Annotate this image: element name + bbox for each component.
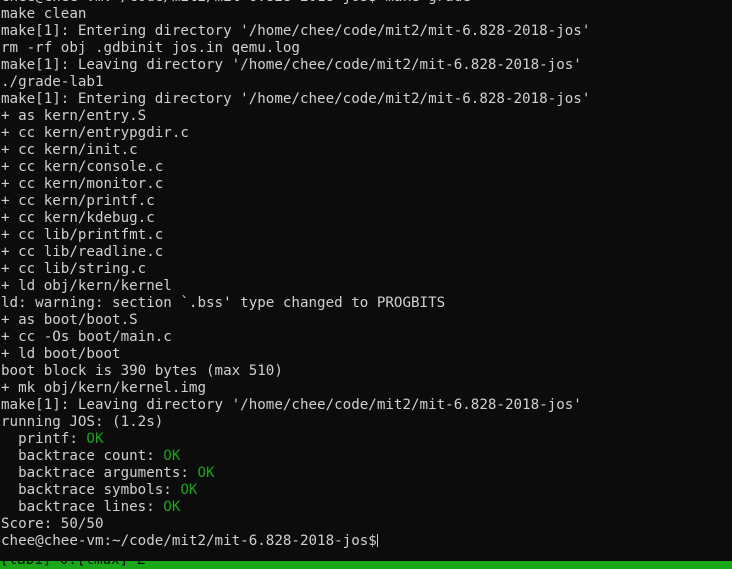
terminal-line: + cc kern/printf.c [0, 193, 732, 210]
terminal-text: + cc -Os boot/main.c [1, 329, 172, 345]
terminal-text: backtrace count: [1, 448, 164, 464]
terminal-text: ld: warning: section `.bss' type changed… [1, 295, 446, 311]
terminal-line: make clean [0, 6, 732, 23]
test-status-ok: OK [197, 465, 215, 481]
terminal-line: + ld boot/boot [0, 346, 732, 363]
terminal-line: + cc lib/readline.c [0, 244, 732, 261]
terminal-text: backtrace arguments: [1, 465, 198, 481]
terminal-line: chee@chee-vm:~/code/mit2/mit-6.828-2018-… [0, 533, 732, 550]
terminal-screen[interactable]: chee@chee-vm:~/code/mit2/mit-6.828-2018-… [0, 0, 732, 550]
terminal-text: + as boot/boot.S [1, 312, 138, 328]
terminal-line: + cc kern/monitor.c [0, 176, 732, 193]
terminal-line: backtrace lines: OK [0, 499, 732, 516]
terminal-line: printf: OK [0, 431, 732, 448]
terminal-text: + mk obj/kern/kernel.img [1, 380, 206, 396]
terminal-text: make[1]: Entering directory '/home/chee/… [1, 91, 591, 107]
test-status-ok: OK [180, 482, 198, 498]
terminal-line: make[1]: Leaving directory '/home/chee/c… [0, 397, 732, 414]
terminal-line: + ld obj/kern/kernel [0, 278, 732, 295]
terminal-text: make[1]: Leaving directory '/home/chee/c… [1, 397, 582, 413]
terminal-line: ld: warning: section `.bss' type changed… [0, 295, 732, 312]
test-status-ok: OK [163, 499, 181, 515]
terminal-text: make clean [1, 6, 87, 22]
terminal-line: backtrace symbols: OK [0, 482, 732, 499]
terminal-line: backtrace arguments: OK [0, 465, 732, 482]
terminal-text: + cc kern/monitor.c [1, 176, 164, 192]
terminal-text: + cc lib/printfmt.c [1, 227, 164, 243]
terminal-line: + as kern/entry.S [0, 108, 732, 125]
test-status-ok: OK [86, 431, 104, 447]
terminal-line: rm -rf obj .gdbinit jos.in qemu.log [0, 40, 732, 57]
terminal-line: + mk obj/kern/kernel.img [0, 380, 732, 397]
terminal-text: + cc kern/init.c [1, 142, 138, 158]
terminal-text: backtrace lines: [1, 499, 164, 515]
terminal-line: + cc kern/init.c [0, 142, 732, 159]
terminal-line: + cc kern/entrypgdir.c [0, 125, 732, 142]
terminal-text: boot block is 390 bytes (max 510) [1, 363, 283, 379]
terminal-line: make[1]: Entering directory '/home/chee/… [0, 23, 732, 40]
terminal-text: chee@chee-vm:~/code/mit2/mit-6.828-2018-… [1, 533, 377, 549]
terminal-line: make[1]: Entering directory '/home/chee/… [0, 91, 732, 108]
terminal-text: rm -rf obj .gdbinit jos.in qemu.log [1, 40, 300, 56]
text-cursor [376, 534, 379, 547]
terminal-line: backtrace count: OK [0, 448, 732, 465]
terminal-text: Score: 50/50 [1, 516, 104, 532]
terminal-text: ./grade-lab1 [1, 74, 104, 90]
terminal-text: + cc kern/entrypgdir.c [1, 125, 189, 141]
terminal-text: + cc lib/string.c [1, 261, 147, 277]
terminal-text: + cc kern/kdebug.c [1, 210, 155, 226]
terminal-line: Score: 50/50 [0, 516, 732, 533]
tmux-status-bar[interactable]: [lab1] 0:[tmux]*Z [0, 561, 732, 569]
terminal-text: backtrace symbols: [1, 482, 181, 498]
terminal-text: + cc kern/printf.c [1, 193, 155, 209]
terminal-window[interactable]: chee@chee-vm:~/code/mit2/mit-6.828-2018-… [0, 0, 732, 569]
terminal-line: + cc kern/console.c [0, 159, 732, 176]
terminal-text: + ld boot/boot [1, 346, 121, 362]
terminal-text: + cc lib/readline.c [1, 244, 164, 260]
terminal-text: make[1]: Leaving directory '/home/chee/c… [1, 57, 582, 73]
terminal-text: running JOS: (1.2s) [1, 414, 164, 430]
terminal-text: + ld obj/kern/kernel [1, 278, 172, 294]
terminal-line: ./grade-lab1 [0, 74, 732, 91]
terminal-text: printf: [1, 431, 87, 447]
terminal-text: chee@chee-vm:~/code/mit2/mit-6.828-2018-… [1, 0, 471, 5]
terminal-line: + as boot/boot.S [0, 312, 732, 329]
terminal-line: + cc -Os boot/main.c [0, 329, 732, 346]
terminal-line: + cc lib/printfmt.c [0, 227, 732, 244]
test-status-ok: OK [163, 448, 181, 464]
terminal-line: make[1]: Leaving directory '/home/chee/c… [0, 57, 732, 74]
terminal-line: boot block is 390 bytes (max 510) [0, 363, 732, 380]
terminal-line: running JOS: (1.2s) [0, 414, 732, 431]
terminal-text: + cc kern/console.c [1, 159, 164, 175]
tmux-status-left: [lab1] 0:[tmux]*Z [0, 561, 145, 569]
terminal-text: + as kern/entry.S [1, 108, 147, 124]
terminal-line: + cc kern/kdebug.c [0, 210, 732, 227]
terminal-text: make[1]: Entering directory '/home/chee/… [1, 23, 591, 39]
terminal-line: + cc lib/string.c [0, 261, 732, 278]
